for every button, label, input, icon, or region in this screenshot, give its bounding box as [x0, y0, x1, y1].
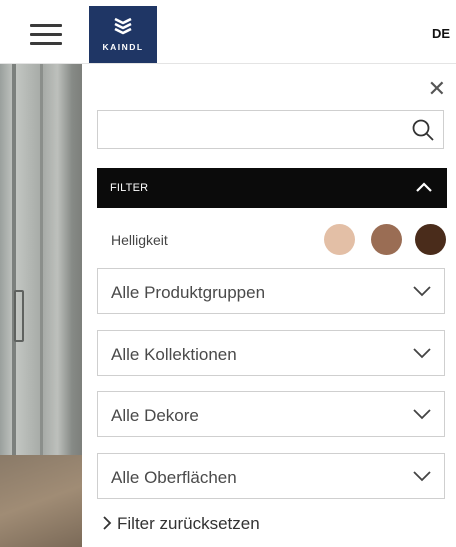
surfaces-dropdown[interactable]: Alle Oberflächen: [97, 453, 445, 499]
reset-filters-label: Filter zurücksetzen: [117, 514, 260, 533]
kaindl-logo[interactable]: KAINDL: [89, 6, 157, 63]
background-door-frame: [12, 64, 16, 484]
dropdown-label: Alle Oberflächen: [111, 468, 237, 487]
collections-dropdown[interactable]: Alle Kollektionen: [97, 330, 445, 376]
language-selector[interactable]: DE: [432, 26, 450, 41]
filter-panel: ✕ FILTER Helligkeit Alle Produktgruppen …: [82, 64, 456, 547]
chevron-up-icon: [416, 182, 432, 192]
filter-toggle-bar[interactable]: FILTER: [97, 168, 447, 208]
decors-dropdown[interactable]: Alle Dekore: [97, 391, 445, 437]
dropdown-label: Alle Kollektionen: [111, 345, 237, 364]
background-floor: [0, 455, 82, 547]
chevron-down-icon: [413, 409, 431, 420]
chevron-right-icon: [103, 516, 112, 530]
background-door-handle: [14, 290, 24, 342]
logo-text: KAINDL: [102, 42, 144, 52]
brightness-swatch-dark[interactable]: [415, 224, 446, 255]
search-icon[interactable]: [411, 118, 435, 142]
brightness-label: Helligkeit: [111, 232, 168, 248]
product-groups-dropdown[interactable]: Alle Produktgruppen: [97, 268, 445, 314]
reset-filters-link[interactable]: Filter zurücksetzen: [102, 514, 260, 534]
chevron-down-icon: [413, 471, 431, 482]
search-input[interactable]: [98, 111, 398, 148]
background-door-frame: [40, 64, 43, 494]
kaindl-logo-icon: [114, 17, 132, 35]
brightness-swatch-medium[interactable]: [371, 224, 402, 255]
close-icon[interactable]: ✕: [428, 78, 446, 100]
dropdown-label: Alle Produktgruppen: [111, 283, 266, 302]
chevron-down-icon: [413, 286, 431, 297]
chevron-down-icon: [413, 348, 431, 359]
brightness-swatch-light[interactable]: [324, 224, 355, 255]
dropdown-label: Alle Dekore: [111, 406, 199, 425]
filter-label: FILTER: [110, 182, 149, 194]
hamburger-menu-icon[interactable]: [30, 24, 62, 46]
search-box: [97, 110, 444, 149]
top-navigation-bar: KAINDL DE: [0, 0, 456, 64]
